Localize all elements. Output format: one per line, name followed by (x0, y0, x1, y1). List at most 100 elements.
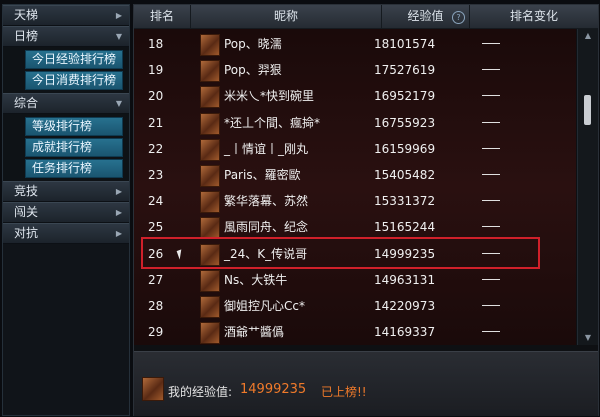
sidebar-category-duikang[interactable]: 对抗 ▶ (3, 223, 129, 244)
chevron-right-icon: ▶ (115, 187, 122, 196)
rank-change-dash (482, 331, 500, 333)
column-header-nickname[interactable]: 昵称 (191, 5, 382, 28)
player-avatar (200, 138, 220, 161)
current-player-highlight (141, 237, 540, 269)
nickname-cell: Pop、羿狠 (224, 63, 282, 78)
table-row[interactable]: 20 米米乀*快到碗里 16952179 (134, 83, 576, 109)
rank-change-dash (482, 226, 500, 228)
help-icon[interactable]: ? (452, 11, 465, 24)
rank-cell: 28 (148, 299, 164, 313)
category-label: 日榜 (14, 29, 39, 43)
sidebar-category-zonghe[interactable]: 综合 ▼ (3, 93, 129, 114)
chevron-right-icon: ▶ (115, 229, 122, 238)
table-row[interactable]: 24 繁华落幕、苏然 15331372 (134, 188, 576, 214)
player-avatar (200, 86, 220, 109)
category-label: 天梯 (14, 8, 39, 22)
sidebar-category-ribang[interactable]: 日榜 ▼ (3, 26, 129, 47)
player-avatar (200, 269, 220, 292)
category-label: 对抗 (14, 226, 39, 240)
ranking-panel: 排名 昵称 经验值 ? 排名变化 29 酒爺艹醬僞 14169337 28 御姐控凡心C… (133, 4, 599, 416)
table-row[interactable]: 27 Ns、大铁牛 14963131 (134, 267, 576, 293)
exp-cell: 18101574 (374, 37, 436, 51)
rank-status: 已上榜!! (321, 385, 367, 399)
chevron-right-icon: ▶ (115, 208, 122, 217)
my-exp-label: 我的经验值: (168, 385, 233, 399)
nickname-cell: 酒爺艹醬僞 (224, 325, 285, 340)
my-exp-value: 14999235 (240, 382, 307, 397)
nickname-cell: Paris、羅密歐 (224, 168, 301, 182)
rank-cell: 24 (148, 194, 164, 209)
exp-cell: 14963131 (374, 272, 436, 287)
table-row[interactable]: 18 Pop、晓濡 18101574 (134, 31, 576, 57)
scroll-up-icon[interactable]: ▲ (581, 31, 595, 41)
column-header-rank-change[interactable]: 排名变化 (470, 5, 598, 28)
column-header-rank[interactable]: 排名 (134, 5, 191, 28)
sidebar-item-today-exp[interactable]: 今日经验排行榜 (25, 50, 123, 69)
exp-cell: 15331372 (374, 194, 436, 209)
rank-cell: 21 (148, 115, 164, 130)
player-avatar (200, 34, 220, 56)
category-label: 竞技 (14, 184, 39, 198)
exp-cell: 15405482 (374, 168, 436, 182)
rank-change-dash (482, 305, 500, 306)
rank-change-dash (482, 200, 500, 202)
my-exp-footer: 我的经验值: 14999235 已上榜!! (134, 351, 598, 416)
sidebar: 天梯 ▶ 日榜 ▼ 今日经验排行榜 今日消费排行榜 综合 ▼ 等级排行榜 成就排… (2, 4, 130, 416)
rank-cell: 23 (148, 168, 164, 182)
table-row[interactable]: 29 酒爺艹醬僞 14169337 (134, 319, 576, 345)
scroll-down-icon[interactable]: ▼ (581, 333, 595, 343)
ranking-list: 29 酒爺艹醬僞 14169337 28 御姐控凡心Cc* 14220973 27 Ns、大铁… (134, 29, 576, 345)
sidebar-item-achievement-rank[interactable]: 成就排行榜 (25, 138, 123, 157)
table-row[interactable]: 23 Paris、羅密歐 15405482 (134, 162, 576, 188)
player-avatar (200, 60, 220, 83)
rank-cell: 22 (148, 141, 164, 156)
rank-change-dash (482, 95, 500, 97)
sidebar-category-jingji[interactable]: 竞技 ▶ (3, 181, 129, 202)
nickname-cell: _丨情谊丨_刚丸 (224, 141, 309, 156)
nickname-cell: 御姐控凡心Cc* (224, 299, 305, 313)
rank-change-dash (482, 121, 500, 123)
rank-change-dash (482, 147, 500, 149)
exp-cell: 16159969 (374, 141, 436, 156)
exp-cell: 17527619 (374, 63, 436, 78)
exp-cell: 16755923 (374, 115, 436, 130)
rank-cell: 19 (148, 63, 164, 78)
scrollbar[interactable]: ▲ ▼ (577, 29, 598, 345)
player-avatar (200, 112, 220, 135)
rank-change-dash (482, 43, 500, 44)
nickname-cell: 繁华落幕、苏然 (224, 194, 309, 209)
rank-change-dash (482, 278, 500, 280)
player-avatar (200, 322, 220, 345)
exp-cell: 16952179 (374, 89, 436, 104)
rank-change-dash (482, 69, 500, 71)
rank-cell: 20 (148, 89, 164, 104)
sidebar-item-level-rank[interactable]: 等级排行榜 (25, 117, 123, 136)
nickname-cell: *还丄个間、瘋掵* (224, 115, 321, 130)
sidebar-item-task-rank[interactable]: 任务排行榜 (25, 159, 123, 178)
nickname-cell: 米米乀*快到碗里 (224, 89, 315, 104)
chevron-down-icon: ▼ (115, 99, 122, 108)
sidebar-category-tianti[interactable]: 天梯 ▶ (3, 5, 129, 26)
table-row[interactable]: 28 御姐控凡心Cc* 14220973 (134, 293, 576, 319)
exp-cell: 14220973 (374, 299, 436, 313)
chevron-down-icon: ▼ (115, 32, 122, 41)
rank-cell: 29 (148, 325, 164, 340)
player-avatar (142, 377, 164, 401)
player-avatar (200, 296, 220, 318)
player-avatar (200, 165, 220, 187)
rank-cell: 27 (148, 272, 164, 287)
player-avatar (200, 191, 220, 214)
scrollbar-thumb[interactable] (584, 95, 591, 125)
nickname-cell: Ns、大铁牛 (224, 272, 288, 287)
category-label: 综合 (14, 96, 39, 110)
sidebar-item-today-spend[interactable]: 今日消费排行榜 (25, 71, 123, 90)
table-row[interactable]: 21 *还丄个間、瘋掵* 16755923 (134, 110, 576, 136)
table-header: 排名 昵称 经验值 ? 排名变化 (134, 5, 598, 29)
rank-change-dash (482, 174, 500, 175)
table-row[interactable]: 22 _丨情谊丨_刚丸 16159969 (134, 136, 576, 162)
table-row[interactable]: 19 Pop、羿狠 17527619 (134, 57, 576, 83)
chevron-right-icon: ▶ (115, 11, 122, 20)
rank-cell: 18 (148, 37, 164, 51)
exp-cell: 14169337 (374, 325, 436, 340)
sidebar-category-chuangguan[interactable]: 闯关 ▶ (3, 202, 129, 223)
